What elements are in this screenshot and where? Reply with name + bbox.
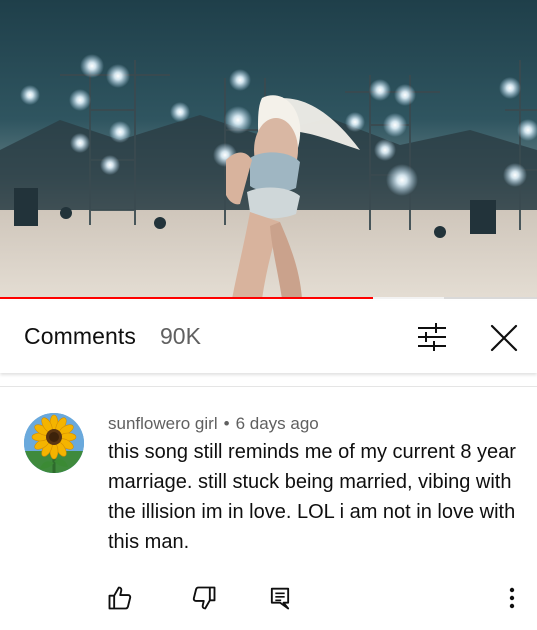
close-icon bbox=[490, 324, 518, 352]
comment-time: 6 days ago bbox=[235, 414, 319, 433]
video-frame bbox=[0, 54, 537, 299]
comments-count: 90K bbox=[160, 323, 201, 349]
dislike-button[interactable] bbox=[190, 584, 218, 612]
thumbs-down-icon bbox=[192, 586, 216, 610]
close-comments-button[interactable] bbox=[486, 320, 522, 356]
reply-icon bbox=[270, 587, 290, 610]
comment-author[interactable]: sunflowero girl bbox=[108, 414, 218, 433]
video-player[interactable] bbox=[0, 0, 537, 299]
sliders-icon bbox=[418, 323, 446, 351]
comments-header: Comments 90K bbox=[0, 301, 537, 373]
avatar[interactable] bbox=[24, 413, 84, 473]
comment-text: this song still reminds me of my current… bbox=[108, 441, 516, 553]
sunflower-avatar bbox=[24, 413, 84, 473]
header-divider bbox=[0, 386, 537, 387]
progress-played bbox=[0, 297, 374, 299]
thumbs-up-icon bbox=[108, 586, 132, 610]
meta-separator: • bbox=[223, 414, 230, 433]
more-options-button[interactable] bbox=[500, 584, 524, 612]
comments-title: Comments bbox=[24, 323, 136, 349]
comment-meta: sunflowero girl • 6 days ago bbox=[108, 414, 319, 434]
video-progress-bar[interactable] bbox=[0, 297, 537, 299]
sort-filter-button[interactable] bbox=[414, 321, 450, 353]
like-button[interactable] bbox=[106, 584, 134, 612]
reply-button[interactable] bbox=[266, 584, 294, 612]
more-vert-icon bbox=[509, 587, 515, 609]
